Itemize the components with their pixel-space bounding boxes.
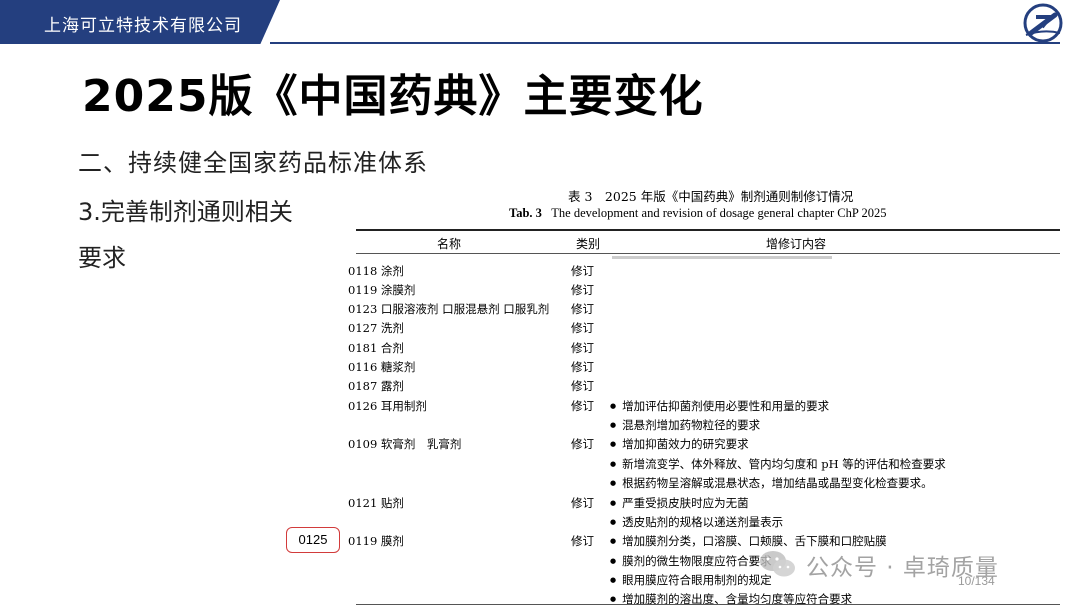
table-row: 0123 口服溶液剂 口服混悬剂 口服乳剂 修订 — [348, 301, 1048, 321]
header-divider — [270, 42, 1060, 44]
row-type: 修订 — [571, 321, 594, 335]
row-type: 修订 — [571, 360, 594, 374]
row-name: 0121 贴剂 — [348, 496, 404, 510]
revision-bullet: 透皮贴剂的规格以递送剂量表示 — [610, 514, 783, 530]
row-type: 修订 — [571, 264, 594, 278]
subsection-heading-continued: 要求 — [78, 244, 126, 272]
revision-bullet: 新增流变学、体外释放、管内均匀度和 pH 等的评估和检查要求 — [610, 456, 946, 472]
row-type: 修订 — [571, 437, 594, 451]
row-name: 0118 涂剂 — [348, 264, 404, 278]
row-type: 修订 — [571, 399, 594, 413]
revision-bullet: 膜剂的微生物限度应符合要求 — [610, 553, 772, 569]
revision-bullet: 眼用膜应符合眼用制剂的规定 — [610, 572, 772, 588]
table-row: 0118 涂剂 修订 — [348, 263, 1048, 283]
cropped-text-fragment — [612, 256, 832, 259]
table-caption-cn: 表 3 2025 年版《中国药典》制剂通则制修订情况 — [568, 189, 854, 204]
section-heading: 二、持续健全国家药品标准体系 — [78, 149, 428, 177]
table-row: 0127 洗剂 修订 — [348, 320, 1048, 340]
row-type: 修订 — [571, 379, 594, 393]
company-logo-icon — [1023, 3, 1063, 43]
column-header-name: 名称 — [437, 237, 462, 251]
table-row: 0187 露剂 修订 — [348, 378, 1048, 398]
revision-bullet: 增加膜剂分类，口溶膜、口颊膜、舌下膜和口腔贴膜 — [610, 533, 887, 549]
column-header-type: 类别 — [576, 237, 601, 251]
row-type: 修订 — [571, 496, 594, 510]
revision-bullet: 增加评估抑菌剂使用必要性和用量的要求 — [610, 398, 829, 414]
revision-bullet: 增加抑菌效力的研究要求 — [610, 436, 749, 452]
row-name: 0116 糖浆剂 — [348, 360, 416, 374]
row-name: 0119 涂膜剂 — [348, 283, 416, 297]
row-type: 修订 — [571, 283, 594, 297]
revision-bullet: 混悬剂增加药物粒径的要求 — [610, 417, 760, 433]
table-caption-en: Tab. 3 The development and revision of d… — [509, 206, 886, 221]
row-name: 0109 软膏剂 乳膏剂 — [348, 437, 462, 451]
row-name: 0126 耳用制剂 — [348, 399, 427, 413]
table-header-rule — [356, 253, 1060, 254]
row-type: 修订 — [571, 534, 594, 548]
table-top-rule — [356, 229, 1060, 231]
row-type: 修订 — [571, 302, 594, 316]
table-caption-en-label: Tab. 3 — [509, 206, 542, 220]
table-row: 0116 糖浆剂 修订 — [348, 359, 1048, 379]
row-name: 0127 洗剂 — [348, 321, 404, 335]
revision-bullet: 严重受损皮肤时应为无菌 — [610, 495, 749, 511]
row-name: 0181 合剂 — [348, 341, 404, 355]
annotation-tag: 0125 — [286, 527, 340, 553]
row-name: 0123 口服溶液剂 口服混悬剂 口服乳剂 — [348, 302, 550, 316]
subsection-heading: 3.完善制剂通则相关 — [78, 198, 293, 226]
revision-bullet: 根据药物呈溶解或混悬状态，增加结晶或晶型变化检查要求。 — [610, 475, 933, 491]
wechat-icon — [760, 551, 795, 577]
row-name: 0119 膜剂 — [348, 534, 404, 548]
table-caption-en-text: The development and revision of dosage g… — [551, 206, 887, 220]
page-title: 2025版《中国药典》主要变化 — [82, 71, 704, 122]
table-bottom-rule — [356, 604, 1060, 605]
row-name: 0187 露剂 — [348, 379, 404, 393]
column-header-content: 增修订内容 — [766, 237, 827, 251]
page-number: 10/134 — [958, 574, 995, 588]
table-row: 0119 涂膜剂 修订 — [348, 282, 1048, 302]
table-row: 0181 合剂 修订 — [348, 340, 1048, 360]
company-name: 上海可立特技术有限公司 — [44, 16, 242, 36]
row-type: 修订 — [571, 341, 594, 355]
